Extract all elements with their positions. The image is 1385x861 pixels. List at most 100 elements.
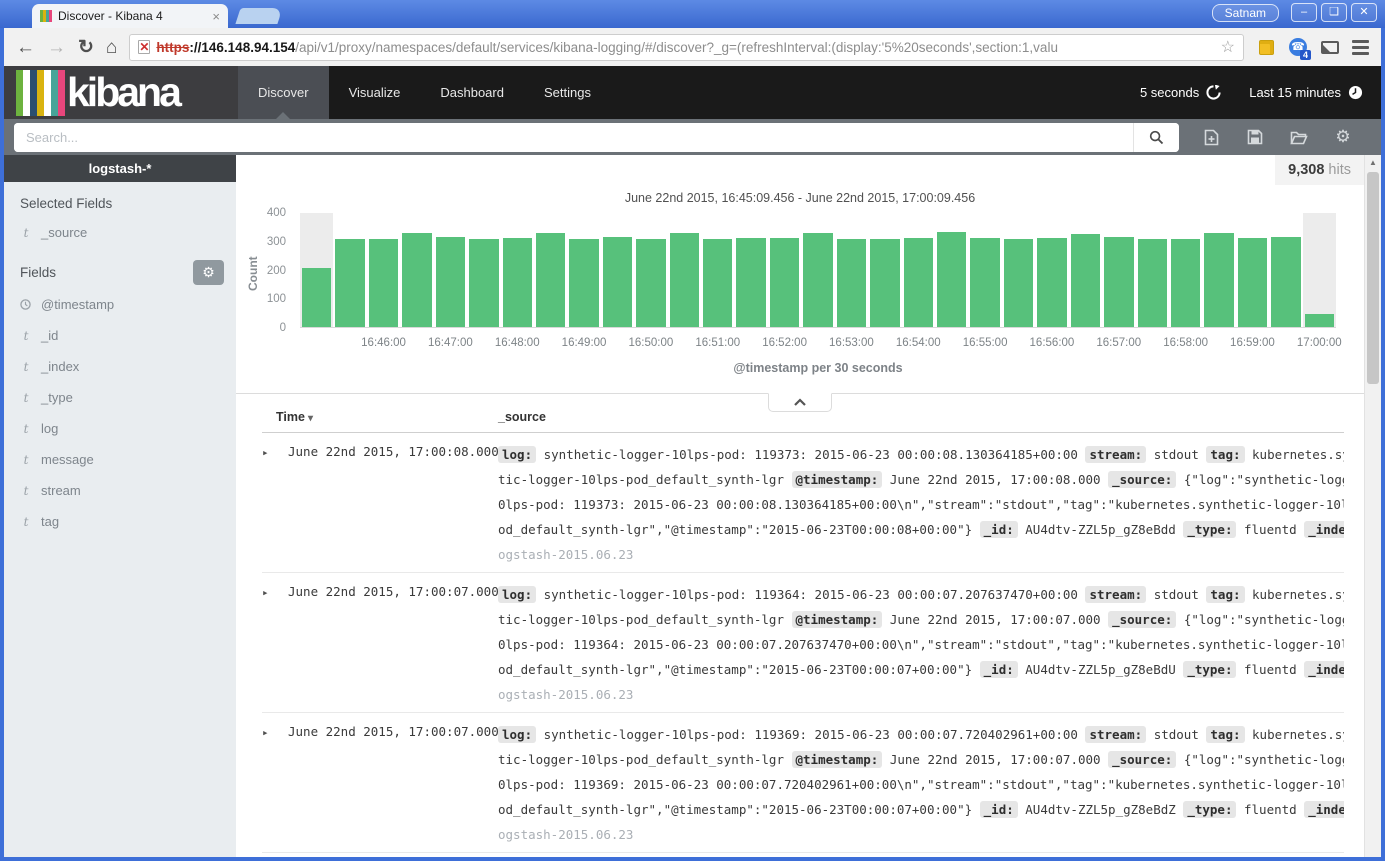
histogram-bar[interactable] — [1171, 239, 1200, 327]
histogram-bar[interactable] — [636, 239, 665, 327]
maximize-button[interactable]: ❑ — [1321, 3, 1347, 22]
phone-extension-icon[interactable]: ☎ 4 — [1288, 37, 1308, 57]
field-item-_type[interactable]: t_type — [4, 382, 236, 413]
histogram-bar[interactable] — [569, 239, 598, 327]
histogram-bar[interactable] — [736, 238, 765, 327]
histogram-bar[interactable] — [1305, 314, 1334, 327]
kibana-logo[interactable]: kibana — [4, 66, 238, 119]
histogram-bar[interactable] — [503, 238, 532, 327]
new-tab-button[interactable] — [235, 8, 282, 24]
x-tick-label: 16:53:00 — [829, 337, 874, 349]
field-badge: _id: — [980, 521, 1018, 538]
histogram-bar[interactable] — [1138, 239, 1167, 327]
histogram-bar[interactable] — [1238, 238, 1267, 327]
histogram-bar[interactable] — [402, 233, 431, 327]
save-search-button[interactable] — [1233, 127, 1277, 147]
home-icon[interactable]: ⌂ — [106, 38, 117, 57]
field-name: stream — [41, 483, 81, 498]
histogram-bar[interactable] — [603, 237, 632, 327]
nav-link-discover[interactable]: Discover — [238, 66, 329, 119]
kibana-navbar: kibana DiscoverVisualizeDashboardSetting… — [4, 66, 1381, 119]
histogram-bar[interactable] — [870, 239, 899, 327]
back-icon[interactable]: ← — [16, 38, 35, 57]
nav-link-visualize[interactable]: Visualize — [329, 66, 421, 119]
url-host: ://146.148.94.154 — [189, 40, 295, 55]
histogram-bar[interactable] — [837, 239, 866, 327]
histogram-bar[interactable] — [1004, 239, 1033, 327]
expand-caret-icon[interactable]: ▸ — [262, 442, 288, 567]
field-badge: _index: — [1304, 661, 1344, 678]
expand-caret-icon[interactable]: ▸ — [262, 582, 288, 707]
collapse-chart-button[interactable] — [768, 393, 832, 412]
histogram-bucket — [534, 213, 567, 327]
forward-icon[interactable]: → — [47, 38, 66, 57]
histogram-bar[interactable] — [803, 233, 832, 327]
settings-button[interactable]: ⚙ — [1321, 127, 1365, 147]
scrollbar-thumb[interactable] — [1367, 172, 1379, 384]
histogram-bar[interactable] — [369, 239, 398, 327]
search-button[interactable] — [1133, 123, 1179, 152]
histogram-bar[interactable] — [1037, 238, 1066, 327]
y-tick-label: 0 — [280, 322, 286, 334]
field-item-tag[interactable]: ttag — [4, 506, 236, 537]
scrollbar-up-icon[interactable]: ▲ — [1365, 155, 1381, 170]
histogram-bar[interactable] — [770, 238, 799, 327]
column-header-time[interactable]: Time▾ — [262, 410, 498, 424]
reload-icon[interactable]: ↻ — [78, 38, 94, 57]
histogram-bar[interactable] — [335, 239, 364, 327]
source-line: od_default_synth-lgr","@timestamp":"2015… — [498, 797, 1344, 822]
nav-link-dashboard[interactable]: Dashboard — [420, 66, 524, 119]
close-button[interactable]: ✕ — [1351, 3, 1377, 22]
histogram-bar[interactable] — [469, 239, 498, 327]
open-folder-icon — [1290, 130, 1308, 145]
histogram-bar[interactable] — [1204, 233, 1233, 327]
source-line: tic-logger-10lps-pod_default_synth-lgr @… — [498, 467, 1344, 492]
histogram-bar[interactable] — [1271, 237, 1300, 327]
histogram-bar[interactable] — [1071, 234, 1100, 327]
field-item-message[interactable]: tmessage — [4, 444, 236, 475]
source-text: {"log":"synthetic-logger-1 — [1176, 472, 1344, 487]
histogram-bar[interactable] — [1104, 237, 1133, 327]
histogram-bar[interactable] — [536, 233, 565, 327]
nav-link-settings[interactable]: Settings — [524, 66, 611, 119]
refresh-interval-picker[interactable]: 5 seconds — [1140, 85, 1221, 100]
histogram-bucket — [400, 213, 433, 327]
histogram-bar[interactable] — [937, 232, 966, 327]
field-item-log[interactable]: tlog — [4, 413, 236, 444]
histogram-bar[interactable] — [302, 268, 331, 327]
field-item-_id[interactable]: t_id — [4, 320, 236, 351]
chart-collapse-divider — [236, 393, 1364, 394]
source-text: tic-logger-10lps-pod_default_synth-lgr — [498, 472, 792, 487]
profile-button[interactable]: Satnam — [1212, 4, 1279, 22]
column-header-source[interactable]: _source — [498, 410, 1344, 424]
histogram-bar[interactable] — [970, 238, 999, 327]
fields-settings-gear-icon[interactable]: ⚙ — [193, 260, 224, 285]
tab-close-icon[interactable]: × — [212, 9, 220, 24]
field-item-timestamp[interactable]: @timestamp — [4, 289, 236, 320]
source-text: June 22nd 2015, 17:00:08.000 — [882, 472, 1108, 487]
histogram-bar[interactable] — [436, 237, 465, 327]
search-input[interactable] — [14, 123, 1133, 152]
field-item-_source[interactable]: t_source — [4, 217, 236, 248]
cast-icon[interactable] — [1320, 37, 1340, 57]
url-bar[interactable]: ✕ https ://146.148.94.154 /api/v1/proxy/… — [129, 34, 1244, 61]
browser-menu-icon[interactable] — [1352, 40, 1369, 55]
browser-tab[interactable]: Discover - Kibana 4 × — [32, 4, 228, 28]
source-text: stdout — [1146, 447, 1206, 462]
new-search-button[interactable] — [1189, 127, 1233, 147]
time-range-picker[interactable]: Last 15 minutes — [1249, 85, 1363, 100]
histogram-bar[interactable] — [703, 239, 732, 327]
expand-caret-icon[interactable]: ▸ — [262, 722, 288, 847]
bookmark-star-icon[interactable]: ☆ — [1221, 37, 1235, 57]
insecure-page-icon[interactable]: ✕ — [138, 40, 150, 54]
notes-extension-icon[interactable] — [1256, 37, 1276, 57]
field-item-_index[interactable]: t_index — [4, 351, 236, 382]
source-line: log: synthetic-logger-10lps-pod: 119369:… — [498, 722, 1344, 747]
page-scrollbar[interactable]: ▲ — [1364, 155, 1381, 857]
index-pattern-selector[interactable]: logstash-* — [4, 155, 236, 182]
open-search-button[interactable] — [1277, 127, 1321, 147]
field-item-stream[interactable]: tstream — [4, 475, 236, 506]
minimize-button[interactable]: – — [1291, 3, 1317, 22]
histogram-bar[interactable] — [904, 238, 933, 327]
histogram-bar[interactable] — [670, 233, 699, 327]
